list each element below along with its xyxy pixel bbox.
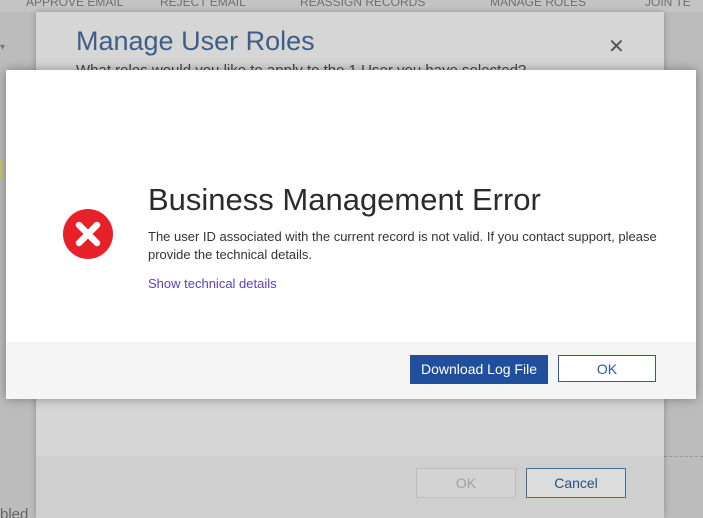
roles-dialog-title: Manage User Roles xyxy=(76,26,315,56)
background-text-fragment: bled xyxy=(0,506,29,518)
roles-cancel-button[interactable]: Cancel xyxy=(526,468,626,498)
toolbar-item-approve-email: APPROVE EMAIL xyxy=(26,0,124,9)
error-title: Business Management Error xyxy=(148,182,541,217)
download-log-file-button[interactable]: Download Log File xyxy=(410,355,548,384)
toolbar-item-join-team: JOIN TE xyxy=(645,0,691,9)
chevron-down-icon: ▾ xyxy=(0,42,6,53)
background-toolbar: APPROVE EMAIL REJECT EMAIL REASSIGN RECO… xyxy=(0,0,703,12)
toolbar-item-manage-roles: MANAGE ROLES xyxy=(490,0,587,9)
error-dialog: Business Management Error The user ID as… xyxy=(6,70,696,399)
error-message: The user ID associated with the current … xyxy=(148,229,657,262)
error-circle-x-icon xyxy=(63,209,113,259)
roles-dialog-footer: OK Cancel xyxy=(36,456,664,518)
roles-dialog-subtitle: What roles would you like to apply to th… xyxy=(76,62,616,70)
dashed-divider xyxy=(664,456,703,457)
ok-button[interactable]: OK xyxy=(558,355,656,382)
toolbar-item-reject-email: REJECT EMAIL xyxy=(160,0,246,9)
show-technical-details-link[interactable]: Show technical details xyxy=(148,276,277,291)
highlight-marker xyxy=(0,160,3,180)
close-icon[interactable]: ✕ xyxy=(608,34,625,59)
error-dialog-footer: Download Log File OK xyxy=(6,342,696,399)
roles-ok-button[interactable]: OK xyxy=(416,468,516,498)
toolbar-item-reassign-records: REASSIGN RECORDS xyxy=(300,0,426,9)
